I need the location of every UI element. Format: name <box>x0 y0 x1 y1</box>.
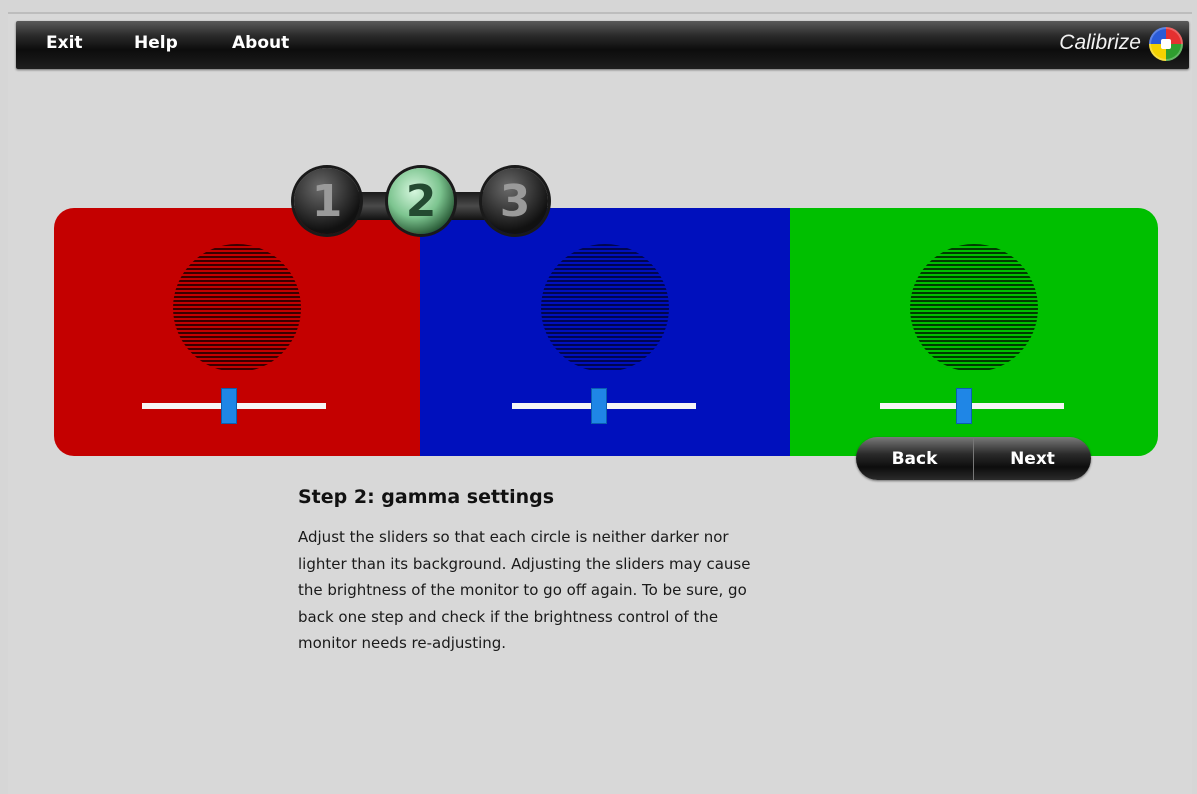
app-brand: Calibrize <box>1059 31 1141 54</box>
instructions-line: the brightness of the monitor to go off … <box>298 581 747 599</box>
step-2-button[interactable]: 2 <box>388 168 454 234</box>
instructions-text: Adjust the sliders so that each circle i… <box>298 524 858 657</box>
blue-slider-track[interactable] <box>512 388 696 424</box>
blue-gamma-circle <box>541 244 669 372</box>
red-slider-thumb[interactable] <box>221 388 237 424</box>
red-slider-track[interactable] <box>142 388 326 424</box>
instructions-line: back one step and check if the brightnes… <box>298 607 719 626</box>
blue-panel <box>420 208 790 456</box>
red-gamma-circle <box>173 244 301 372</box>
green-slider-thumb[interactable] <box>956 388 972 424</box>
instructions-line: Adjust the sliders so that each circle i… <box>298 528 729 546</box>
blue-slider-thumb[interactable] <box>591 388 607 424</box>
instructions-line: lighter than its background. Adjusting t… <box>298 554 751 573</box>
back-button[interactable]: Back <box>856 437 974 480</box>
step-indicator: 1 2 3 <box>292 168 550 242</box>
green-panel <box>790 208 1158 456</box>
step-3-button[interactable]: 3 <box>482 168 548 234</box>
green-gamma-circle <box>910 244 1038 372</box>
instructions-line: monitor needs re-adjusting. <box>298 634 507 652</box>
menu-bar: Exit Help About Calibrize <box>16 21 1189 69</box>
red-panel <box>54 208 420 456</box>
calibration-panels <box>54 208 1158 456</box>
step-1-button[interactable]: 1 <box>294 168 360 234</box>
menu-about[interactable]: About <box>232 33 289 53</box>
calibrize-logo-icon <box>1149 27 1183 61</box>
next-button[interactable]: Next <box>974 437 1091 480</box>
step-heading: Step 2: gamma settings <box>298 486 555 508</box>
menu-exit[interactable]: Exit <box>46 33 83 53</box>
menu-help[interactable]: Help <box>134 33 178 53</box>
navigation-buttons: Back Next <box>856 437 1091 480</box>
green-slider-track[interactable] <box>880 388 1064 424</box>
